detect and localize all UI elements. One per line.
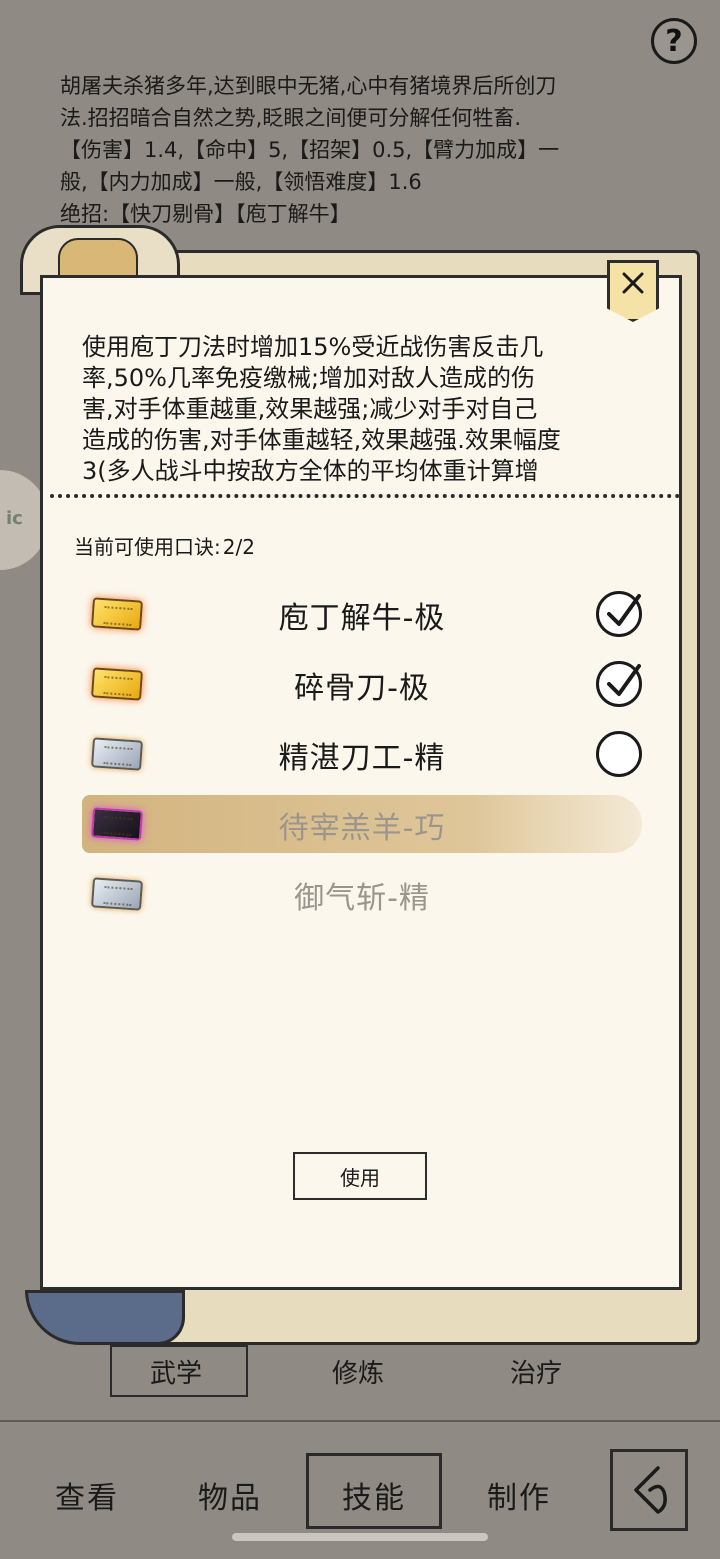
close-icon [622,272,644,294]
mantra-checkbox[interactable] [596,661,642,707]
tab-martial-arts[interactable]: 武学 [150,1353,202,1390]
mantra-item[interactable]: 御气斩-精 [82,865,642,923]
counter-label: 当前可使用口诀: [74,535,221,559]
checkmark-icon [607,664,641,696]
purple-scroll-icon [91,807,143,841]
effect-line: 使用庖丁刀法时增加15%受近战伤害反击几 [82,333,544,361]
effect-line: 率,50%几率免疫缴械;增加对敌人造成的伤 [82,364,536,392]
gold-scroll-icon [91,597,143,631]
bottom-nav: 查看 物品 技能 制作 [0,1445,720,1535]
mantra-checkbox[interactable] [596,731,642,777]
checkmark-icon [607,594,641,626]
mantra-item[interactable]: 庖丁解牛-极 [82,585,642,643]
mantra-name: 庖丁解牛-极 [278,601,446,636]
effect-line: 造成的伤害,对手体重越轻,效果越强.效果幅度 [82,426,561,454]
scroll-roll-bottom [25,1290,185,1345]
mantra-name: 待宰羔羊-巧 [278,811,446,846]
side-tab-label: ic [6,508,23,529]
mantra-item[interactable]: 待宰羔羊-巧 [82,795,642,853]
nav-items[interactable]: 物品 [198,1473,262,1517]
skill-desc-line: 法.招招暗合自然之势,眨眼之间便可分解任何牲畜. [60,106,522,130]
mantra-name: 精湛刀工-精 [278,741,446,776]
mantra-name: 碎骨刀-极 [294,671,430,706]
counter-value: 2/2 [222,535,255,559]
mantra-item[interactable]: 精湛刀工-精 [82,725,642,783]
mantra-counter: 当前可使用口诀: 2/2 [74,531,257,560]
sub-tab-bar: 武学 修炼 治疗 [0,1345,720,1400]
use-button[interactable]: 使用 [293,1152,427,1200]
silver-scroll-icon [91,877,143,911]
dotted-divider [50,494,680,498]
nav-view[interactable]: 查看 [55,1473,119,1517]
mantra-name: 御气斩-精 [294,881,430,916]
tab-healing[interactable]: 治疗 [510,1353,562,1390]
effect-line: 3(多人战斗中按敌方全体的平均体重计算增 [82,457,539,485]
question-icon: ? [665,23,683,59]
tab-cultivation[interactable]: 修炼 [332,1353,384,1390]
back-arrow-icon [634,1466,667,1514]
help-button[interactable]: ? [651,18,697,64]
effect-line: 害,对手体重越重,效果越强;减少对手对自己 [82,395,538,423]
effect-description: 使用庖丁刀法时增加15%受近战伤害反击几 率,50%几率免疫缴械;增加对敌人造成… [82,332,652,487]
nav-skills[interactable]: 技能 [342,1473,406,1517]
skill-desc-line: 【伤害】1.4,【命中】5,【招架】0.5,【臂力加成】一 [60,138,560,162]
home-indicator [232,1533,488,1541]
skill-desc-line: 绝招:【快刀剔骨】【庖丁解牛】 [60,202,351,226]
gold-scroll-icon [91,667,143,701]
mantra-checkbox[interactable] [596,591,642,637]
mantra-item[interactable]: 碎骨刀-极 [82,655,642,713]
back-button[interactable] [610,1449,688,1531]
silver-scroll-icon [91,737,143,771]
skill-description: 胡屠夫杀猪多年,达到眼中无猪,心中有猪境界后所创刀 法.招招暗合自然之势,眨眼之… [60,70,660,230]
skill-desc-line: 胡屠夫杀猪多年,达到眼中无猪,心中有猪境界后所创刀 [60,74,557,98]
divider [0,1420,720,1422]
skill-desc-line: 般,【内力加成】一般,【领悟难度】1.6 [60,170,422,194]
nav-craft[interactable]: 制作 [487,1473,551,1517]
